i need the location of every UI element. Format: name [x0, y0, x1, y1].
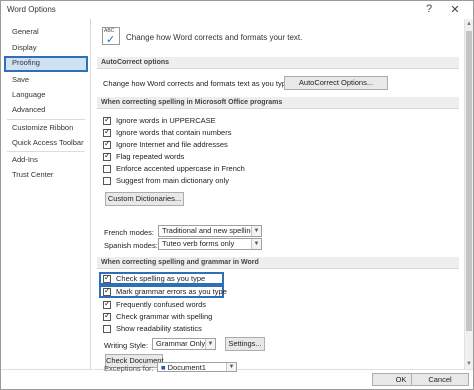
check-spelling-label: Check spelling as you type — [116, 274, 206, 283]
readability-statistics-label: Show readability statistics — [116, 324, 202, 333]
autocorrect-description: Change how Word corrects and formats tex… — [103, 79, 293, 88]
frequently-confused-checkbox[interactable] — [103, 299, 111, 309]
cancel-button[interactable]: Cancel — [411, 373, 469, 386]
chevron-down-icon: ▼ — [226, 363, 236, 371]
ignore-numbers-checkbox[interactable] — [103, 127, 111, 137]
ignore-uppercase-checkbox[interactable] — [103, 115, 111, 125]
french-modes-label: French modes: — [104, 228, 155, 237]
writing-style-value: Grammar Only — [156, 339, 206, 348]
mark-grammar-checkbox[interactable] — [103, 286, 111, 296]
chevron-down-icon: ▼ — [251, 226, 261, 236]
scroll-up-icon[interactable]: ▲ — [465, 19, 473, 29]
enforce-accented-label: Enforce accented uppercase in French — [116, 164, 245, 173]
word-spelling-section-header: When correcting spelling and grammar in … — [97, 257, 459, 269]
window-title: Word Options — [7, 5, 56, 14]
sidebar-item-save[interactable]: Save — [4, 73, 88, 87]
sidebar-divider — [7, 119, 85, 120]
exceptions-label: Exceptions for: — [104, 364, 154, 373]
ignore-uppercase-label: Ignore words in UPPERCASE — [116, 116, 216, 125]
sidebar-item-language[interactable]: Language — [4, 88, 88, 102]
ignore-internet-checkbox[interactable] — [103, 139, 111, 149]
options-sidebar: General Display Proofing Save Language A… — [1, 19, 91, 369]
ignore-internet-label: Ignore Internet and file addresses — [116, 140, 228, 149]
flag-repeated-label: Flag repeated words — [116, 152, 185, 161]
flag-repeated-checkbox[interactable] — [103, 151, 111, 161]
sidebar-item-advanced[interactable]: Advanced — [4, 103, 88, 117]
help-button[interactable]: ? — [419, 3, 439, 15]
chevron-down-icon: ▼ — [205, 339, 215, 349]
ignore-numbers-label: Ignore words that contain numbers — [116, 128, 232, 137]
vertical-scrollbar[interactable]: ▲ ▼ — [464, 19, 473, 369]
writing-style-label: Writing Style: — [104, 341, 149, 350]
check-grammar-label: Check grammar with spelling — [116, 312, 213, 321]
frequently-confused-label: Frequently confused words — [116, 300, 207, 309]
checkmark-icon: ✓ — [106, 34, 116, 46]
spanish-modes-select[interactable]: Tuteo verb forms only ▼ — [158, 238, 262, 250]
scroll-thumb[interactable] — [466, 31, 472, 331]
exceptions-value: Document1 — [167, 363, 206, 372]
enforce-accented-checkbox[interactable] — [103, 165, 111, 173]
dialog-footer: Exceptions for: ■ Document1 ▼ OK Cancel — [1, 362, 473, 389]
sidebar-item-trust-center[interactable]: Trust Center — [4, 168, 88, 182]
readability-statistics-checkbox[interactable] — [103, 325, 111, 333]
custom-dictionaries-button[interactable]: Custom Dictionaries... — [105, 192, 184, 206]
french-modes-value: Traditional and new spellings — [162, 226, 259, 235]
writing-style-select[interactable]: Grammar Only ▼ — [152, 338, 216, 350]
autocorrect-options-button[interactable]: AutoCorrect Options... — [284, 76, 388, 90]
office-spelling-section-header: When correcting spelling in Microsoft Of… — [97, 97, 459, 109]
check-grammar-checkbox[interactable] — [103, 311, 111, 321]
suggest-main-dictionary-checkbox[interactable] — [103, 177, 111, 185]
sidebar-item-general[interactable]: General — [4, 25, 88, 39]
sidebar-item-quick-access-toolbar[interactable]: Quick Access Toolbar — [4, 136, 88, 150]
sidebar-divider — [7, 151, 85, 152]
sidebar-item-proofing[interactable]: Proofing — [4, 56, 88, 72]
close-button[interactable]: ✕ — [445, 3, 465, 16]
suggest-main-dictionary-label: Suggest from main dictionary only — [116, 176, 229, 185]
autocorrect-section-header: AutoCorrect options — [97, 57, 459, 69]
spanish-modes-value: Tuteo verb forms only — [162, 239, 235, 248]
sidebar-item-customize-ribbon[interactable]: Customize Ribbon — [4, 121, 88, 135]
page-title: Change how Word corrects and formats you… — [126, 33, 303, 42]
sidebar-item-add-ins[interactable]: Add-Ins — [4, 153, 88, 167]
scroll-down-icon[interactable]: ▼ — [465, 359, 473, 369]
check-spelling-checkbox[interactable] — [103, 273, 111, 283]
french-modes-select[interactable]: Traditional and new spellings ▼ — [158, 225, 262, 237]
title-bar: Word Options ? ✕ — [1, 1, 473, 19]
proofing-panel: ABC ✓ Change how Word corrects and forma… — [92, 19, 464, 369]
proofing-abc-icon: ABC ✓ — [102, 27, 120, 46]
mark-grammar-label: Mark grammar errors as you type — [116, 287, 227, 296]
spanish-modes-label: Spanish modes: — [104, 241, 158, 250]
sidebar-item-display[interactable]: Display — [4, 41, 88, 55]
exceptions-select[interactable]: ■ Document1 ▼ — [157, 362, 237, 372]
word-options-dialog: Word Options ? ✕ General Display Proofin… — [0, 0, 474, 390]
document-icon: ■ — [161, 363, 168, 372]
settings-button[interactable]: Settings... — [225, 337, 265, 351]
chevron-down-icon: ▼ — [251, 239, 261, 249]
